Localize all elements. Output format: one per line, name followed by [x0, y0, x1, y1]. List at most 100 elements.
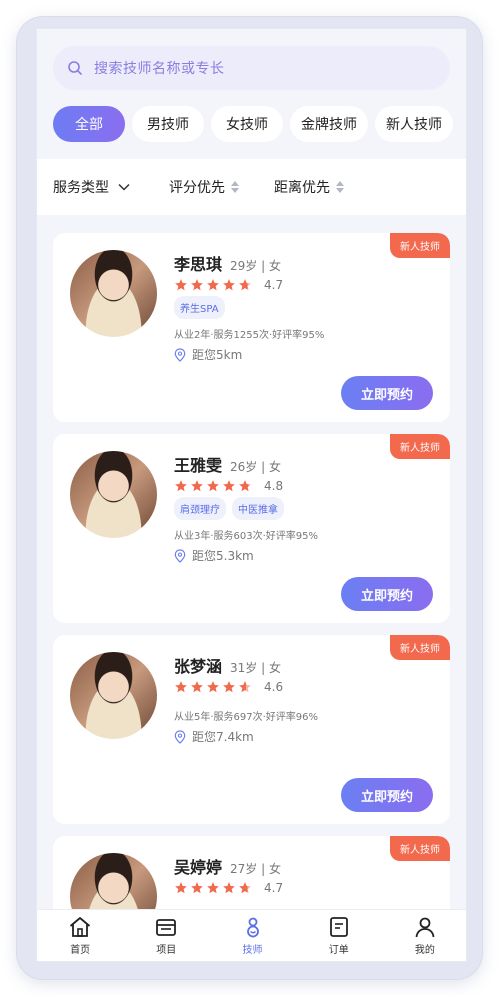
rating-stars: 4.8 — [174, 479, 283, 493]
search-icon — [68, 61, 82, 75]
tab-label: 我的 — [414, 945, 435, 956]
tab-profile[interactable]: 我的 — [382, 910, 466, 961]
star-icon — [175, 681, 187, 693]
rating-value: 4.6 — [264, 680, 284, 694]
star-icon — [223, 882, 235, 894]
location-pin-icon — [174, 347, 186, 362]
distance-row: 距您5km — [174, 346, 242, 363]
tab-orders[interactable]: 订单 — [296, 910, 382, 961]
user-icon — [415, 917, 435, 938]
new-badge: 新人技师 — [390, 836, 450, 861]
location-pin-icon — [174, 548, 186, 563]
rating-sort-label: 评分优先 — [169, 180, 225, 196]
technician-card[interactable]: 新人技师 李思琪 29岁 | 女 4.7 养生SPA 从业2年·服务1255次·… — [53, 233, 450, 422]
technician-meta: 29岁 | 女 — [230, 259, 281, 273]
star-icon — [175, 279, 187, 291]
technician-meta: 27岁 | 女 — [230, 862, 281, 876]
service-tag: 中医推拿 — [232, 497, 284, 520]
star-icon — [207, 480, 219, 492]
star-icon — [223, 681, 235, 693]
sort-arrows-icon — [336, 181, 344, 193]
distance-sort-label: 距离优先 — [274, 180, 330, 196]
avatar — [70, 652, 157, 739]
star-icon — [191, 279, 203, 291]
star-icon — [239, 480, 251, 492]
sort-arrows-icon — [231, 181, 239, 193]
technician-stats: 从业2年·服务1255次·好评率95% — [174, 330, 325, 341]
distance-sort[interactable]: 距离优先 — [274, 177, 344, 197]
technician-name: 吴婷婷 — [174, 858, 223, 877]
filter-bar: 服务类型 评分优先 距离优先 — [37, 159, 466, 215]
technician-card[interactable]: 新人技师 王雅雯 26岁 | 女 4.8 肩颈理疗 中医推拿 从业3年·服务60… — [53, 434, 450, 623]
distance-row: 距您7.4km — [174, 728, 254, 745]
category-chip-male[interactable]: 男技师 — [132, 106, 204, 142]
technician-name: 王雅雯 — [174, 456, 223, 475]
rating-value: 4.8 — [264, 479, 284, 493]
tab-label: 技师 — [242, 945, 263, 956]
star-icon — [191, 681, 203, 693]
technician-name: 李思琪 — [174, 255, 223, 274]
distance-row: 距您5.3km — [174, 547, 254, 564]
book-now-button[interactable]: 立即预约 — [341, 376, 433, 410]
tab-projects[interactable]: 项目 — [123, 910, 209, 961]
star-icon — [207, 279, 219, 291]
tab-technicians[interactable]: 技师 — [209, 910, 295, 961]
star-icon — [207, 681, 219, 693]
technician-list: 新人技师 李思琪 29岁 | 女 4.7 养生SPA 从业2年·服务1255次·… — [53, 233, 450, 961]
search-bar[interactable]: 搜索技师名称或专长 — [53, 46, 450, 90]
book-now-button[interactable]: 立即预约 — [341, 778, 433, 812]
technician-meta: 31岁 | 女 — [230, 661, 281, 675]
distance-text: 距您5km — [192, 348, 243, 362]
technician-icon — [246, 917, 259, 938]
rating-value: 4.7 — [264, 278, 284, 292]
app-screen: 搜索技师名称或专长 全部 男技师 女技师 金牌技师 新人技师 服务类型 评分优先… — [36, 28, 467, 962]
rating-sort[interactable]: 评分优先 — [169, 177, 239, 197]
star-icon — [239, 681, 251, 693]
service-type-filter[interactable]: 服务类型 — [53, 177, 131, 197]
rating-value: 4.7 — [264, 881, 284, 895]
service-tag: 肩颈理疗 — [174, 497, 226, 520]
bottom-tab-bar: 首页 项目 技师 订单 我的 — [37, 909, 466, 961]
order-icon — [329, 917, 348, 937]
book-now-button[interactable]: 立即预约 — [341, 577, 433, 611]
category-chip-new[interactable]: 新人技师 — [375, 106, 453, 142]
star-icon — [175, 480, 187, 492]
tab-label: 项目 — [156, 945, 177, 956]
chevron-down-icon — [118, 183, 130, 191]
rating-stars: 4.7 — [174, 881, 283, 895]
rating-stars: 4.6 — [174, 680, 283, 694]
home-icon — [70, 917, 91, 937]
star-icon — [191, 882, 203, 894]
location-pin-icon — [174, 729, 186, 744]
star-icon — [223, 279, 235, 291]
category-chip-all[interactable]: 全部 — [53, 106, 125, 142]
technician-card[interactable]: 新人技师 张梦涵 31岁 | 女 4.6 从业5年·服务697次·好评率96% … — [53, 635, 450, 824]
star-icon — [239, 279, 251, 291]
service-type-label: 服务类型 — [53, 180, 109, 196]
star-icon — [175, 882, 187, 894]
new-badge: 新人技师 — [390, 434, 450, 459]
category-chip-gold[interactable]: 金牌技师 — [290, 106, 368, 142]
technician-name: 张梦涵 — [174, 657, 223, 676]
service-tag: 养生SPA — [174, 296, 225, 319]
technician-stats: 从业3年·服务603次·好评率95% — [174, 531, 319, 542]
search-input[interactable]: 搜索技师名称或专长 — [94, 58, 225, 78]
star-icon — [191, 480, 203, 492]
tab-home[interactable]: 首页 — [37, 910, 123, 961]
new-badge: 新人技师 — [390, 233, 450, 258]
distance-text: 距您5.3km — [192, 549, 254, 563]
technician-stats: 从业5年·服务697次·好评率96% — [174, 712, 319, 723]
tab-label: 订单 — [328, 945, 349, 956]
tab-label: 首页 — [70, 945, 91, 956]
star-icon — [223, 480, 235, 492]
category-chip-female[interactable]: 女技师 — [211, 106, 283, 142]
category-chips: 全部 男技师 女技师 金牌技师 新人技师 — [53, 106, 453, 142]
star-icon — [239, 882, 251, 894]
rating-stars: 4.7 — [174, 278, 283, 292]
new-badge: 新人技师 — [390, 635, 450, 660]
star-icon — [207, 882, 219, 894]
distance-text: 距您7.4km — [192, 730, 254, 744]
avatar — [70, 250, 157, 337]
avatar — [70, 451, 157, 538]
folder-icon — [156, 919, 177, 936]
